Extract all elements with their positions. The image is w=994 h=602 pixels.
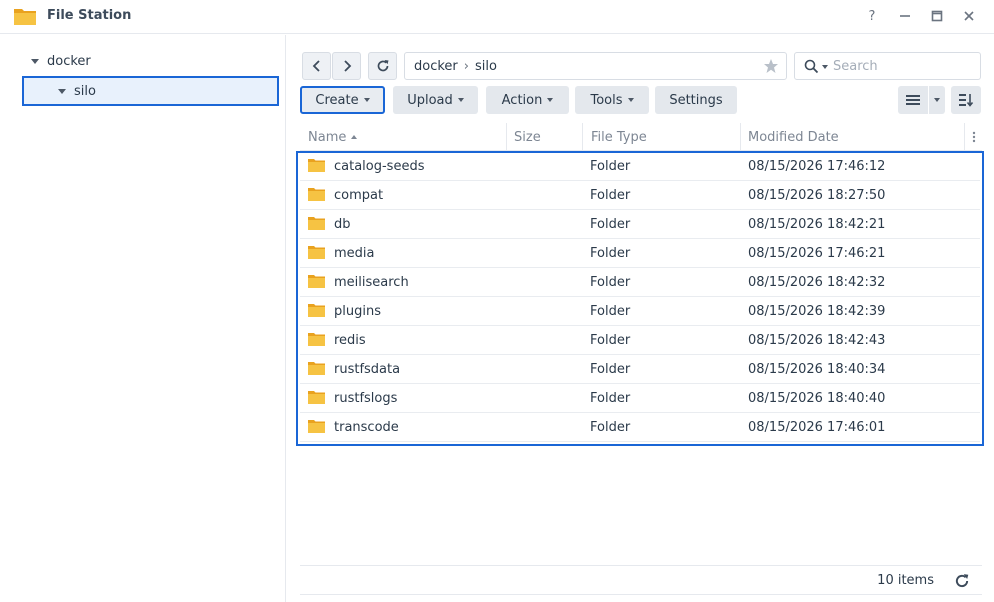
close-icon[interactable]: [959, 6, 979, 26]
item-count: 10 items: [877, 573, 934, 588]
upload-label: Upload: [407, 92, 453, 108]
chevron-down-icon: [547, 98, 554, 102]
path-bar[interactable]: docker › silo: [404, 52, 787, 80]
search-options-caret-icon[interactable]: [822, 65, 828, 69]
settings-button[interactable]: Settings: [655, 86, 737, 114]
status-bar: 10 items: [300, 565, 982, 595]
forward-icon: [343, 60, 351, 72]
sort-ascending-icon: [351, 135, 358, 139]
column-header-name[interactable]: Name: [308, 123, 358, 151]
search-icon[interactable]: [804, 59, 819, 74]
path-separator: ›: [463, 58, 469, 74]
tree-item-label: docker: [47, 53, 91, 69]
sort-icon: [959, 94, 974, 107]
column-header-label: Name: [308, 129, 347, 145]
maximize-icon[interactable]: [927, 6, 947, 26]
list-view-button[interactable]: [898, 86, 928, 114]
create-button[interactable]: Create: [300, 86, 385, 114]
expand-caret-icon[interactable]: [31, 58, 39, 64]
tools-button[interactable]: Tools: [575, 86, 649, 114]
star-icon[interactable]: [763, 58, 779, 74]
back-button[interactable]: [302, 52, 331, 80]
column-header-label: Modified Date: [748, 129, 839, 145]
expand-caret-icon[interactable]: [58, 88, 66, 94]
title-bar: File Station ?: [0, 0, 994, 34]
column-header-label: File Type: [591, 129, 647, 145]
tree-item-docker[interactable]: docker: [31, 47, 91, 75]
action-button[interactable]: Action: [486, 86, 569, 114]
path-segment-silo[interactable]: silo: [475, 59, 497, 74]
settings-label: Settings: [669, 92, 723, 108]
app-title: File Station: [47, 8, 132, 23]
chevron-down-icon: [363, 98, 370, 102]
table-header: Name Size File Type Modified Date: [300, 123, 982, 151]
chevron-down-icon: [457, 98, 464, 102]
upload-button[interactable]: Upload: [393, 86, 478, 114]
search-input[interactable]: [833, 57, 973, 75]
column-divider[interactable]: [506, 123, 507, 151]
forward-button[interactable]: [332, 52, 361, 80]
action-label: Action: [501, 92, 543, 108]
column-header-modified-date[interactable]: Modified Date: [748, 123, 839, 151]
chevron-down-icon: [627, 98, 634, 102]
chevron-down-icon: [934, 98, 940, 102]
refresh-icon[interactable]: [954, 573, 970, 589]
column-header-label: Size: [514, 129, 541, 145]
list-view-icon: [906, 95, 920, 105]
back-icon: [312, 60, 320, 72]
sort-button[interactable]: [951, 86, 981, 114]
tools-label: Tools: [590, 92, 623, 108]
column-header-size[interactable]: Size: [514, 123, 541, 151]
selection-highlight: [296, 151, 984, 446]
column-divider[interactable]: [740, 123, 741, 151]
more-vertical-icon[interactable]: [972, 129, 976, 145]
sidebar-tree: docker silo: [0, 35, 286, 602]
folder-app-icon: [14, 9, 36, 25]
column-divider[interactable]: [582, 123, 583, 151]
minimize-icon[interactable]: [895, 6, 915, 26]
column-header-file-type[interactable]: File Type: [591, 123, 647, 151]
path-segment-docker[interactable]: docker: [414, 59, 458, 74]
tree-item-silo[interactable]: silo: [22, 76, 279, 106]
view-options-dropdown[interactable]: [929, 86, 945, 114]
column-divider[interactable]: [964, 123, 965, 151]
create-label: Create: [315, 92, 359, 108]
help-icon[interactable]: ?: [862, 6, 882, 26]
refresh-icon: [377, 60, 388, 72]
search-box[interactable]: [794, 52, 981, 80]
tree-item-label: silo: [74, 83, 96, 99]
refresh-button[interactable]: [368, 52, 397, 80]
